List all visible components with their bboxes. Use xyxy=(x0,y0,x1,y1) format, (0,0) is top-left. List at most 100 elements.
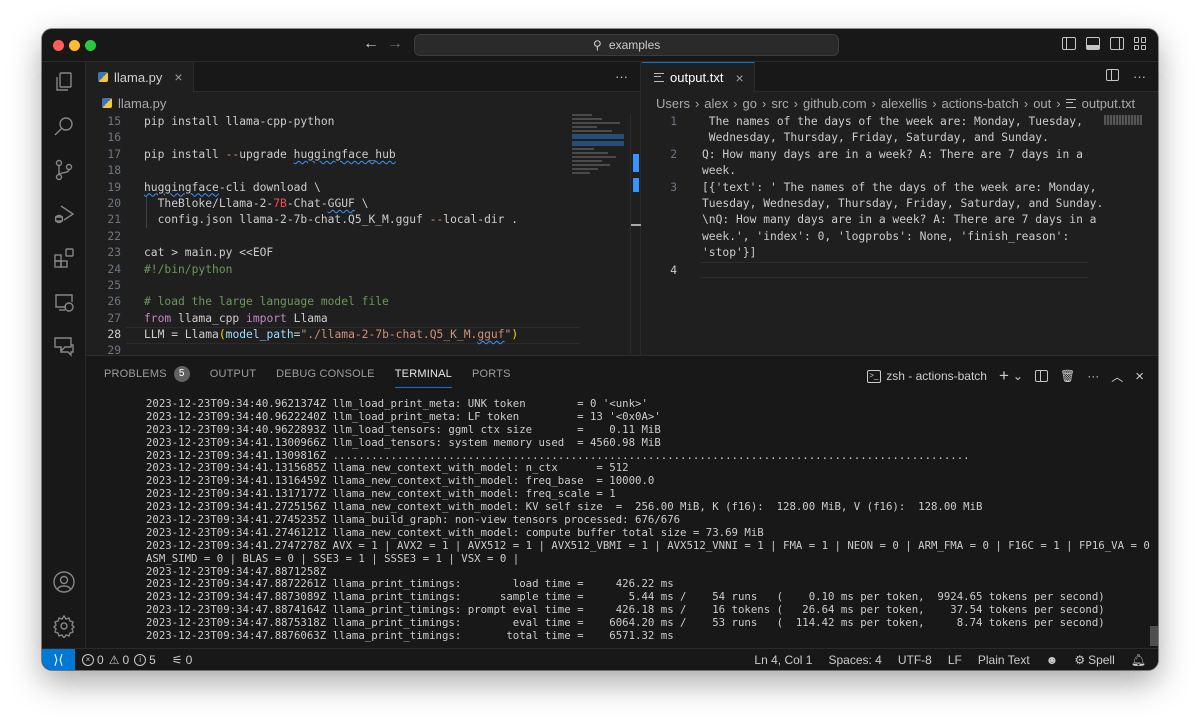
minimap[interactable] xyxy=(1104,115,1142,125)
explorer-icon[interactable] xyxy=(52,70,76,94)
code-line[interactable]: \nQ: How many days are in a week? A: The… xyxy=(642,212,1158,228)
tab-output-txt[interactable]: output.txt × xyxy=(642,62,755,92)
terminal-instance[interactable]: >_ zsh - actions-batch xyxy=(867,369,987,383)
breadcrumb-item[interactable]: out xyxy=(1033,96,1051,111)
code-line[interactable]: 'stop'}] xyxy=(642,245,1158,261)
close-tab-icon[interactable]: × xyxy=(735,70,743,86)
minimap[interactable] xyxy=(572,114,624,194)
end-of-line[interactable]: LF xyxy=(948,653,962,667)
code-line[interactable]: 3 [{'text': ' The names of the days of th… xyxy=(642,180,1158,196)
line-text: pip install --upgrade huggingface_hub xyxy=(144,147,396,161)
breadcrumb-item[interactable]: go xyxy=(743,96,757,111)
code-line[interactable]: 4 xyxy=(670,261,1088,278)
breadcrumb-item[interactable]: alex xyxy=(704,96,728,111)
code-line[interactable]: 18 xyxy=(86,163,640,179)
code-line[interactable]: week. xyxy=(642,163,1158,179)
toggle-primary-sidebar-icon[interactable] xyxy=(1062,37,1076,50)
ports-status[interactable]: ⚟ 0 xyxy=(172,653,192,667)
terminal-dropdown-icon[interactable]: ⌄ xyxy=(1013,369,1023,383)
tab-terminal[interactable]: TERMINAL xyxy=(394,366,452,388)
breadcrumb-item[interactable]: actions-batch xyxy=(942,96,1019,111)
breadcrumb-item[interactable]: output.txt xyxy=(1082,96,1135,111)
tab-debug-console[interactable]: DEBUG CONSOLE xyxy=(276,366,375,388)
code-line[interactable]: 1 The names of the days of the week are:… xyxy=(642,114,1158,130)
copilot-icon[interactable]: ☻ xyxy=(1046,653,1059,667)
chat-icon[interactable] xyxy=(52,334,76,358)
command-center-search[interactable]: ⚲ examples xyxy=(414,34,839,56)
spell-checker[interactable]: ⚙ Spell xyxy=(1074,653,1114,667)
kill-terminal-icon[interactable]: 🗑︎ xyxy=(1060,369,1075,383)
code-line[interactable]: 15 pip install llama-cpp-python xyxy=(86,114,640,130)
close-tab-icon[interactable]: × xyxy=(174,69,182,85)
close-window-button[interactable] xyxy=(53,40,64,51)
error-icon: × xyxy=(82,654,94,666)
code-line[interactable]: week.', 'index': 0, 'logprobs': None, 'f… xyxy=(642,229,1158,245)
customize-layout-icon[interactable] xyxy=(1134,37,1148,50)
close-panel-icon[interactable]: × xyxy=(1135,368,1144,385)
zoom-window-button[interactable] xyxy=(85,40,96,51)
notifications-bell-icon[interactable]: 🔔︎ xyxy=(1131,653,1146,667)
breadcrumb-item[interactable]: alexellis xyxy=(881,96,927,111)
encoding[interactable]: UTF-8 xyxy=(898,653,932,667)
accounts-icon[interactable] xyxy=(52,570,76,594)
code-line[interactable]: 19 huggingface-cli download \ xyxy=(86,180,640,196)
code-line[interactable]: 16 xyxy=(86,130,640,146)
code-line[interactable]: 26 # load the large language model file xyxy=(86,294,640,310)
forward-arrow-icon[interactable]: → xyxy=(387,35,403,53)
editor-tabs-left: llama.py × ··· xyxy=(86,62,640,92)
title-bar: ← → ⚲ examples xyxy=(42,29,1158,62)
source-control-icon[interactable] xyxy=(52,158,76,182)
tab-output[interactable]: OUTPUT xyxy=(210,366,256,388)
code-line[interactable]: Wednesday, Thursday, Friday, Saturday, a… xyxy=(642,130,1158,146)
terminal-line: 2023-12-23T09:34:41.1300966Z llm_load_te… xyxy=(146,435,661,449)
cursor-position[interactable]: Ln 4, Col 1 xyxy=(754,653,812,667)
terminal-output[interactable]: 2023-12-23T09:34:40.9621374Z llm_load_pr… xyxy=(146,397,1158,643)
code-line[interactable]: 22 xyxy=(86,229,640,245)
run-debug-icon[interactable] xyxy=(52,202,76,226)
problems-status[interactable]: × 0 ⚠ 0 i 5 xyxy=(82,653,156,667)
text-editor[interactable]: 1 The names of the days of the week are:… xyxy=(642,114,1158,354)
code-line[interactable]: Tuesday, Wednesday, Thursday, Friday, Sa… xyxy=(642,196,1158,212)
new-terminal-icon[interactable]: + xyxy=(999,366,1009,386)
code-line[interactable]: 27 from llama_cpp import Llama xyxy=(86,311,640,327)
tab-problems[interactable]: PROBLEMS 5 xyxy=(104,366,190,388)
tab-llama-py[interactable]: llama.py × xyxy=(86,62,194,92)
more-actions-icon[interactable]: ··· xyxy=(1087,369,1099,383)
remote-explorer-icon[interactable] xyxy=(52,290,76,314)
toggle-secondary-sidebar-icon[interactable] xyxy=(1110,37,1124,50)
split-editor-icon[interactable] xyxy=(1106,69,1119,81)
breadcrumb-item[interactable]: Users xyxy=(656,96,690,111)
back-arrow-icon[interactable]: ← xyxy=(363,35,379,53)
tab-ports[interactable]: PORTS xyxy=(472,366,511,388)
manage-gear-icon[interactable] xyxy=(52,614,76,640)
breadcrumb-item[interactable]: github.com xyxy=(803,96,867,111)
warning-count: 0 xyxy=(122,653,130,667)
maximize-panel-icon[interactable]: ︿ xyxy=(1111,368,1123,385)
code-line[interactable]: 21 config.json llama-2-7b-chat.Q5_K_M.gg… xyxy=(86,212,640,228)
code-line[interactable]: 25 xyxy=(86,278,640,294)
extensions-icon[interactable] xyxy=(52,246,76,270)
minimize-window-button[interactable] xyxy=(69,40,80,51)
code-line[interactable]: 23 cat > main.py <<EOF xyxy=(86,245,640,261)
remote-icon[interactable]: ⟩⟨ xyxy=(42,649,75,670)
code-line[interactable]: 2 Q: How many days are in a week? A: Ther… xyxy=(642,147,1158,163)
terminal-line: ASM_SIMD = 0 | BLAS = 0 | SSE3 = 1 | SSS… xyxy=(146,551,520,565)
code-editor[interactable]: 15 pip install llama-cpp-python 16 17 pip in… xyxy=(86,114,640,357)
code-line[interactable]: 28 LLM = Llama(model_path="./llama-2-7b-c… xyxy=(86,327,640,343)
breadcrumb-item[interactable]: llama.py xyxy=(118,96,166,111)
code-line[interactable]: 20 TheBloke/Llama-2-7B-Chat-GGUF \ xyxy=(86,196,640,212)
more-actions-icon[interactable]: ··· xyxy=(615,69,628,84)
text-file-icon xyxy=(654,73,664,82)
code-line[interactable]: 24 #!/bin/python xyxy=(86,262,640,278)
split-terminal-icon[interactable] xyxy=(1034,370,1048,382)
editor-scrollbar[interactable] xyxy=(630,114,641,354)
language-mode[interactable]: Plain Text xyxy=(978,653,1030,667)
more-actions-icon[interactable]: ··· xyxy=(1133,69,1146,84)
breadcrumb-item[interactable]: src xyxy=(771,96,788,111)
indentation[interactable]: Spaces: 4 xyxy=(828,653,881,667)
terminal-scrollbar[interactable] xyxy=(1150,626,1158,646)
search-icon[interactable] xyxy=(52,114,76,138)
code-line[interactable]: 17 pip install --upgrade huggingface_hub xyxy=(86,147,640,163)
toggle-panel-icon[interactable] xyxy=(1086,37,1100,50)
line-text: Tuesday, Wednesday, Thursday, Friday, Sa… xyxy=(702,196,1104,210)
